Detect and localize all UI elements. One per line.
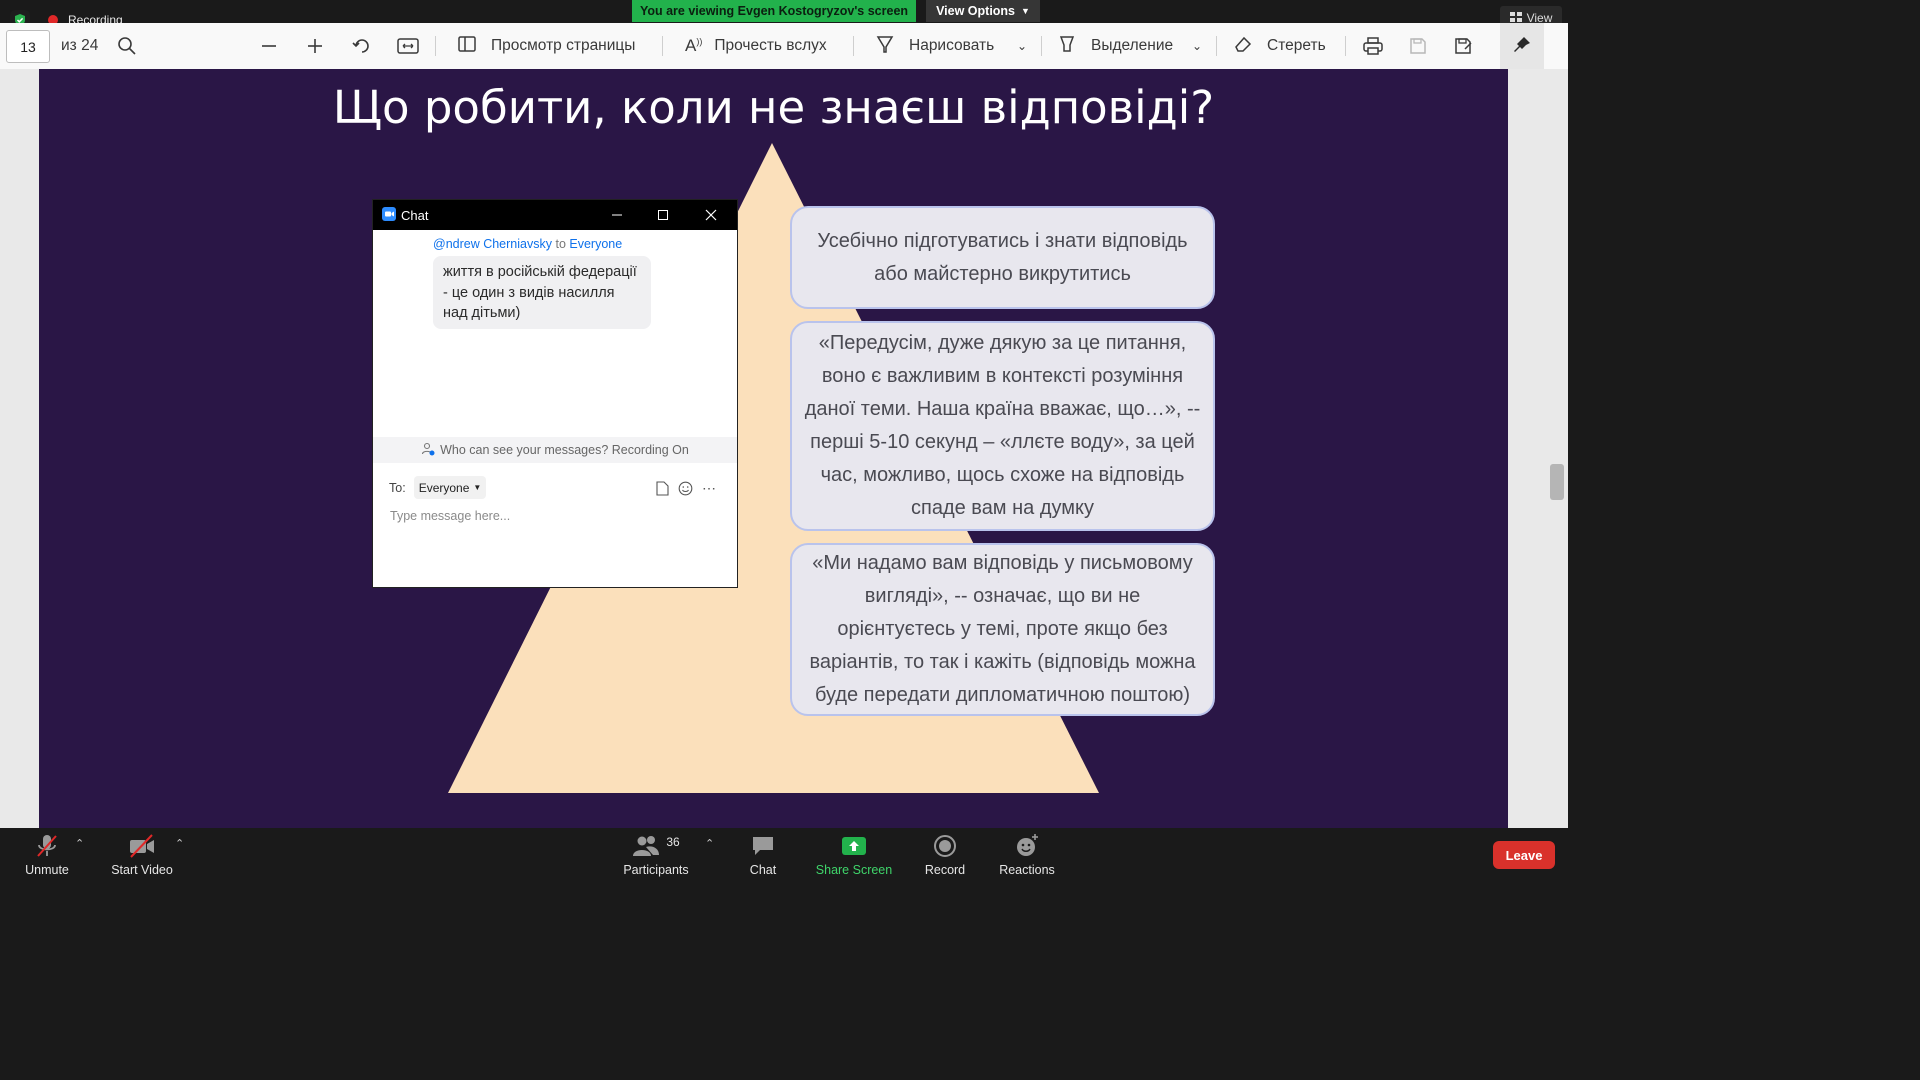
reaction-smiley-icon — [1014, 833, 1040, 859]
recipient-select-value: Everyone — [418, 480, 470, 495]
message-header: @ndrew Cherniavsky to Everyone — [433, 237, 622, 251]
pyramid-shape — [448, 143, 1099, 793]
draw-label: Нарисовать — [909, 37, 995, 54]
slide-title: Що робити, коли не знаєш відповіді? — [332, 81, 1215, 134]
chat-window: Chat @ndrew Cherniavsky to Everyone житт… — [372, 199, 738, 588]
eraser-icon — [1233, 34, 1253, 59]
read-aloud-label: Прочесть вслух — [714, 37, 827, 54]
view-options-button[interactable]: View Options ▼ — [926, 0, 1040, 22]
video-options-caret-icon[interactable]: ⌃ — [175, 837, 184, 850]
slide-box-1: Усебічно підготуватись і знати відповідь… — [790, 206, 1215, 309]
to-label: To: — [389, 481, 406, 495]
chat-message-input[interactable] — [388, 505, 722, 527]
viewing-screen-banner: You are viewing Evgen Kostogryzov's scre… — [632, 0, 916, 22]
view-options-label: View Options — [936, 4, 1016, 18]
save-icon[interactable] — [1409, 23, 1427, 69]
pdf-toolbar: 13 из 24 Просмотр страницы A)) Прочесть … — [0, 23, 1568, 70]
pin-toolbar-button[interactable] — [1500, 23, 1544, 69]
emoji-icon[interactable] — [676, 479, 694, 497]
participants-icon: 36 — [632, 833, 680, 859]
slide-box-2: «Передусім, дуже дякую за це питання, во… — [790, 321, 1215, 531]
highlighter-icon — [1057, 34, 1077, 59]
chevron-down-icon: ▼ — [473, 483, 482, 492]
share-screen-label: Share Screen — [815, 863, 893, 877]
record-label: Record — [924, 863, 966, 877]
print-icon[interactable] — [1362, 23, 1384, 69]
more-options-icon[interactable]: ⋯ — [700, 479, 718, 497]
presentation-slide: Що робити, коли не знаєш відповіді? Усеб… — [39, 69, 1508, 828]
record-button[interactable]: Record — [915, 828, 975, 882]
message-sender[interactable]: @ndrew Cherniavsky — [433, 237, 552, 251]
chat-message-bubble: життя в російській федерації - це один з… — [433, 256, 651, 329]
message-recipient: Everyone — [569, 237, 623, 251]
pen-icon — [875, 34, 895, 59]
video-off-icon — [128, 833, 156, 859]
chat-label: Chat — [749, 863, 777, 877]
leave-button[interactable]: Leave — [1493, 841, 1555, 869]
chat-title-bar[interactable]: Chat — [373, 200, 737, 230]
message-privacy-note[interactable]: Who can see your messages? Recording On — [373, 437, 737, 463]
zoom-in-icon[interactable] — [305, 23, 325, 69]
page-view-icon — [457, 34, 477, 59]
participants-count: 36 — [666, 835, 680, 849]
chat-button[interactable]: Chat — [733, 828, 793, 882]
page-total: из 24 — [61, 37, 99, 54]
erase-label: Стереть — [1267, 37, 1326, 54]
read-aloud-icon: A)) — [685, 36, 703, 55]
unmute-label: Unmute — [25, 863, 69, 877]
start-video-label: Start Video — [111, 863, 173, 877]
reactions-button[interactable]: Reactions — [994, 828, 1060, 882]
recipient-select[interactable]: Everyone ▼ — [414, 476, 486, 499]
draw-button[interactable]: Нарисовать — [875, 23, 994, 69]
maximize-icon[interactable] — [653, 205, 673, 225]
unmute-button[interactable]: Unmute — [14, 828, 80, 882]
draw-dropdown-chevron-icon[interactable]: ⌄ — [1017, 23, 1027, 69]
chevron-down-icon: ▼ — [1021, 6, 1030, 16]
read-aloud-button[interactable]: A)) Прочесть вслух — [685, 23, 827, 69]
participants-options-caret-icon[interactable]: ⌃ — [705, 837, 714, 850]
page-number-input[interactable]: 13 — [6, 30, 50, 63]
page-view-button[interactable]: Просмотр страницы — [457, 23, 635, 69]
save-as-icon[interactable] — [1454, 23, 1474, 69]
close-icon[interactable] — [701, 205, 721, 225]
fit-width-icon[interactable] — [397, 23, 419, 69]
audio-options-caret-icon[interactable]: ⌃ — [75, 837, 84, 850]
highlight-dropdown-chevron-icon[interactable]: ⌄ — [1192, 23, 1202, 69]
reactions-label: Reactions — [999, 863, 1055, 877]
chat-title: Chat — [401, 208, 429, 223]
share-screen-icon — [841, 833, 867, 859]
erase-button[interactable]: Стереть — [1233, 23, 1326, 69]
document-scrollbar-thumb[interactable] — [1550, 464, 1564, 500]
zoom-logo-icon — [382, 207, 396, 221]
start-video-button[interactable]: Start Video — [104, 828, 180, 882]
zoom-out-icon[interactable] — [259, 23, 279, 69]
chat-bubble-icon — [751, 833, 775, 859]
highlight-button[interactable]: Выделение — [1057, 23, 1173, 69]
minimize-icon[interactable] — [607, 205, 627, 225]
microphone-muted-icon — [34, 833, 60, 859]
message-to-word: to — [555, 237, 566, 251]
search-icon[interactable] — [117, 23, 137, 69]
record-icon — [933, 833, 957, 859]
file-icon[interactable] — [653, 479, 671, 497]
privacy-note-text: Who can see your messages? Recording On — [440, 443, 689, 457]
rotate-icon[interactable] — [351, 23, 373, 69]
page-view-label: Просмотр страницы — [491, 37, 636, 54]
meeting-controls-bar: Unmute ⌃ Start Video ⌃ 36 Participants ⌃… — [0, 828, 1568, 882]
participants-button[interactable]: 36 Participants — [618, 828, 694, 882]
slide-box-3: «Ми надамо вам відповідь у письмовому ви… — [790, 543, 1215, 716]
pin-icon — [1512, 35, 1532, 60]
person-lock-icon — [421, 442, 435, 459]
participants-label: Participants — [623, 863, 689, 877]
share-screen-button[interactable]: Share Screen — [810, 828, 898, 882]
highlight-label: Выделение — [1091, 37, 1174, 54]
